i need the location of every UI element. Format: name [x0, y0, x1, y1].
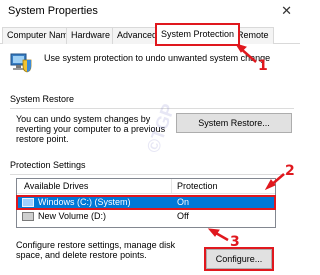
drive-row-d[interactable]: New Volume (D:) Off: [17, 210, 275, 223]
drive-row-c[interactable]: Windows (C:) (System) On: [16, 195, 276, 210]
configure-description: Configure restore settings, manage disk …: [16, 240, 176, 260]
drives-list[interactable]: Available Drives Protection Windows (C:)…: [16, 178, 276, 228]
title-bar: System Properties ✕: [0, 0, 300, 24]
tab-advanced[interactable]: Advanced: [112, 27, 163, 44]
tab-bar: Computer Name Hardware Advanced System P…: [0, 23, 300, 46]
intro-text: Use system protection to undo unwanted s…: [44, 53, 271, 63]
system-restore-group-title: System Restore: [10, 94, 75, 104]
configure-button[interactable]: Configure...: [204, 247, 274, 271]
system-restore-button[interactable]: System Restore...: [176, 113, 292, 133]
drive-name: New Volume (D:): [38, 211, 107, 221]
column-header-protection[interactable]: Protection: [177, 181, 218, 191]
list-header: Available Drives Protection: [17, 179, 275, 194]
column-header-available-drives[interactable]: Available Drives: [24, 181, 88, 191]
tab-hardware[interactable]: Hardware: [66, 27, 116, 44]
group-divider: [10, 108, 294, 109]
annotation-step-1: 1: [258, 58, 268, 74]
tab-system-protection[interactable]: System Protection: [154, 23, 241, 46]
protection-settings-group-title: Protection Settings: [10, 160, 86, 170]
window-title: System Properties: [8, 5, 98, 17]
system-protection-panel: Use system protection to undo unwanted s…: [0, 44, 300, 275]
annotation-step-3: 3: [230, 234, 240, 250]
drive-icon: [22, 212, 34, 221]
drive-protection-status: On: [177, 197, 190, 207]
annotation-step-2: 2: [285, 163, 295, 179]
close-icon[interactable]: ✕: [281, 3, 292, 19]
drive-protection-status: Off: [177, 211, 189, 221]
group-divider: [10, 174, 294, 175]
drive-icon: [22, 198, 34, 207]
shield-computer-icon: [10, 53, 32, 73]
column-separator: [171, 179, 172, 194]
drive-name: Windows (C:) (System): [38, 197, 131, 207]
